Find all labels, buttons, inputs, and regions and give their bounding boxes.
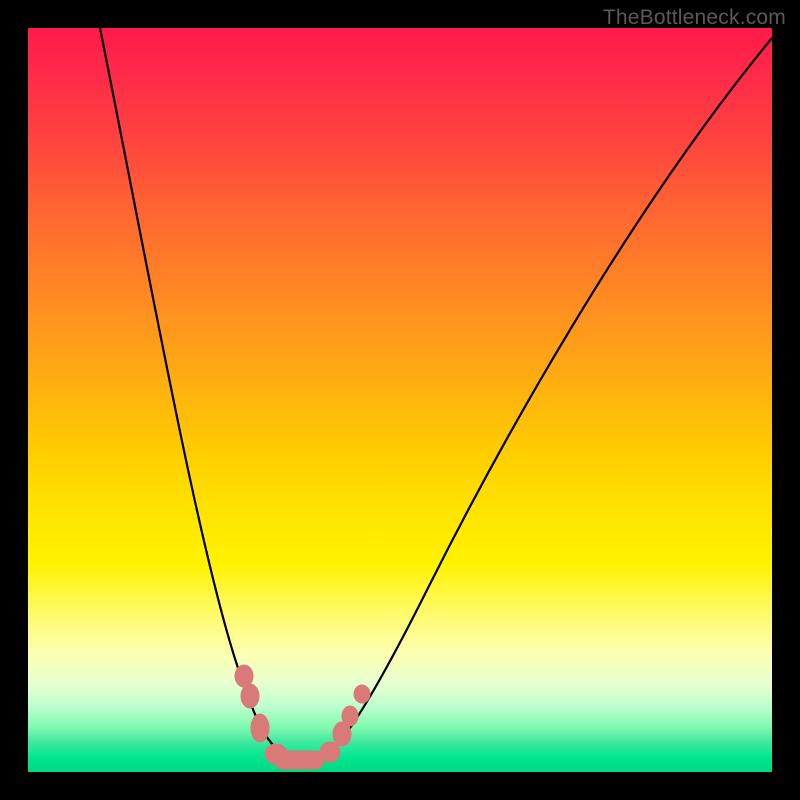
- data-markers: [235, 665, 370, 769]
- curve-svg: [28, 28, 772, 772]
- bottleneck-curve: [100, 28, 772, 762]
- watermark-text: TheBottleneck.com: [603, 6, 786, 30]
- chart-container: TheBottleneck.com: [0, 0, 800, 800]
- plot-area: [28, 28, 772, 772]
